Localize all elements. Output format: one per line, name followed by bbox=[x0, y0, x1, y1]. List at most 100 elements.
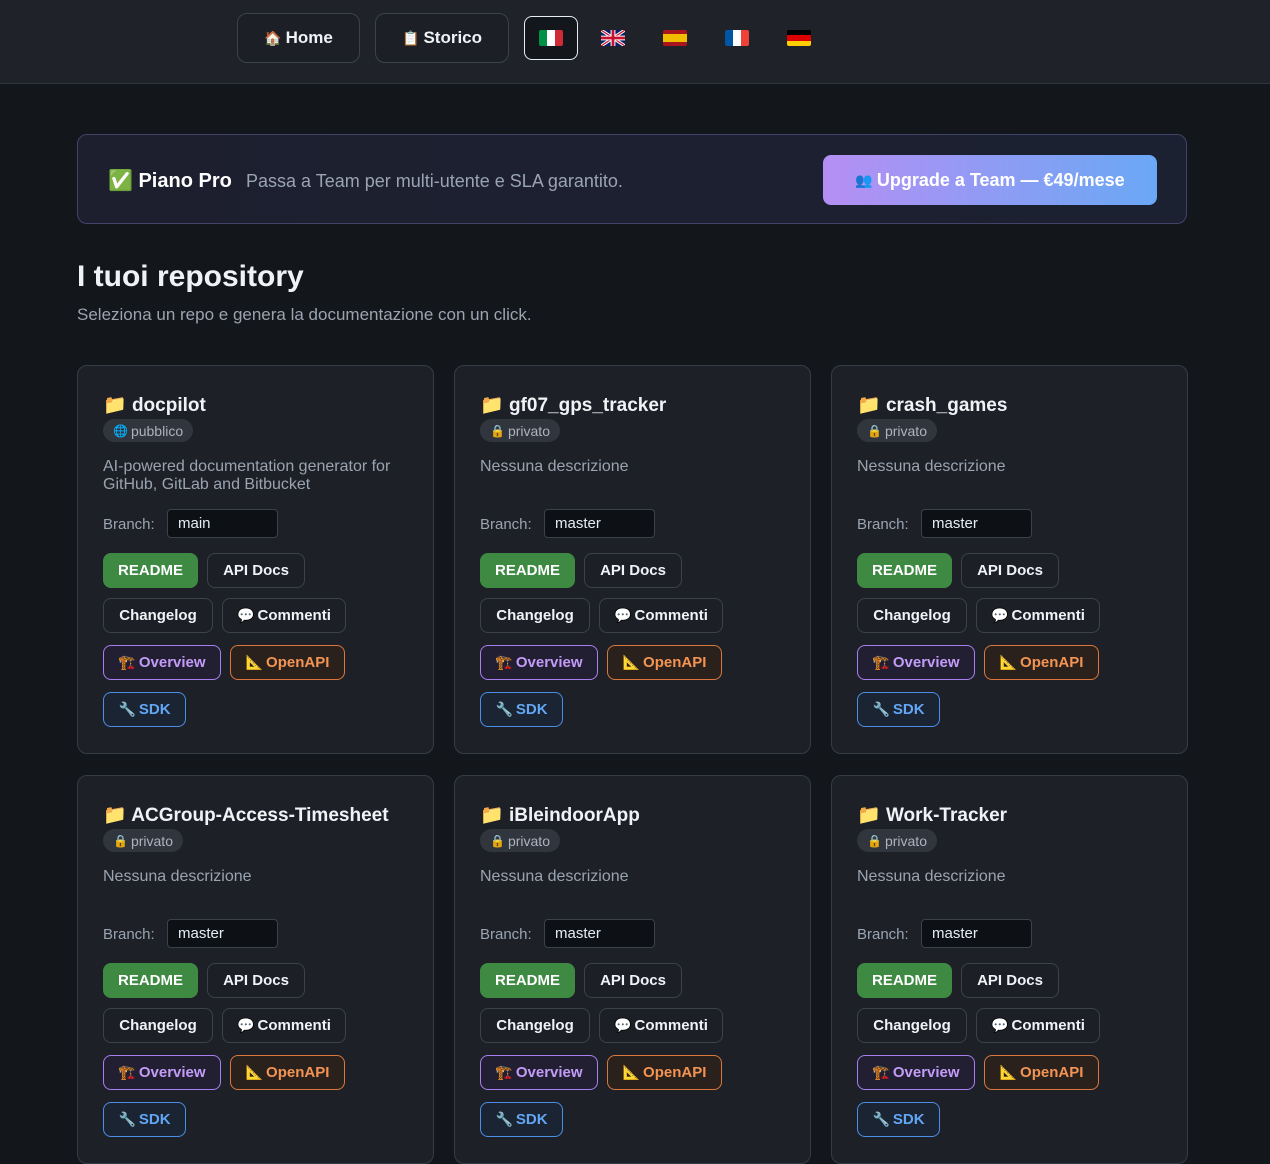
home-button[interactable]: 🏠 Home bbox=[237, 13, 360, 63]
lock-icon: 🔒 bbox=[867, 423, 882, 438]
repo-card: 📁 iBleindoorApp 🔒 privato Nessuna descri… bbox=[454, 775, 811, 1164]
openapi-label: OpenAPI bbox=[643, 654, 707, 671]
openapi-button[interactable]: 📐 OpenAPI bbox=[984, 1055, 1099, 1090]
page-title: I tuoi repository bbox=[77, 260, 304, 293]
clipboard-icon: 📋 bbox=[402, 29, 420, 46]
visibility-badge: 🔒 privato bbox=[480, 419, 560, 442]
plan-banner: ✅ Piano Pro Passa a Team per multi-utent… bbox=[77, 134, 1187, 224]
overview-button[interactable]: 🏗️ Overview bbox=[857, 1055, 975, 1090]
visibility-badge: 🔒 privato bbox=[857, 829, 937, 852]
changelog-button[interactable]: Changelog bbox=[103, 598, 213, 633]
overview-button[interactable]: 🏗️ Overview bbox=[103, 645, 221, 680]
visibility-badge: 🔒 privato bbox=[480, 829, 560, 852]
wrench-icon: 🔧 bbox=[118, 701, 136, 717]
lock-icon: 🔒 bbox=[490, 423, 505, 438]
overview-label: Overview bbox=[138, 1064, 206, 1081]
upgrade-team-button[interactable]: 👥 Upgrade a Team — €49/mese bbox=[823, 155, 1157, 205]
readme-button[interactable]: README bbox=[103, 553, 198, 588]
sdk-label: SDK bbox=[138, 701, 171, 718]
branch-label: Branch: bbox=[857, 926, 909, 943]
api-docs-button[interactable]: API Docs bbox=[961, 963, 1059, 998]
comments-label: Commenti bbox=[257, 1017, 331, 1034]
repo-card: 📁 gf07_gps_tracker 🔒 privato Nessuna des… bbox=[454, 365, 811, 754]
changelog-button[interactable]: Changelog bbox=[480, 1008, 590, 1043]
readme-button[interactable]: README bbox=[857, 963, 952, 998]
repo-description: Nessuna descrizione bbox=[480, 868, 629, 885]
api-docs-button[interactable]: API Docs bbox=[207, 553, 305, 588]
visibility-label: privato bbox=[884, 832, 927, 849]
speech-bubble-icon: 💬 bbox=[614, 1017, 632, 1033]
wrench-icon: 🔧 bbox=[872, 1111, 890, 1127]
folder-icon: 📁 bbox=[480, 395, 504, 416]
openapi-button[interactable]: 📐 OpenAPI bbox=[607, 645, 722, 680]
changelog-button[interactable]: Changelog bbox=[480, 598, 590, 633]
comments-button[interactable]: 💬 Commenti bbox=[976, 1008, 1100, 1043]
language-es-button[interactable] bbox=[648, 16, 702, 60]
readme-button[interactable]: README bbox=[857, 553, 952, 588]
language-de-button[interactable] bbox=[772, 16, 826, 60]
language-it-button[interactable] bbox=[524, 16, 578, 60]
openapi-button[interactable]: 📐 OpenAPI bbox=[607, 1055, 722, 1090]
api-docs-button[interactable]: API Docs bbox=[207, 963, 305, 998]
uk-flag-icon bbox=[601, 30, 625, 46]
language-en-button[interactable] bbox=[586, 16, 640, 60]
speech-bubble-icon: 💬 bbox=[991, 607, 1009, 623]
comments-button[interactable]: 💬 Commenti bbox=[599, 1008, 723, 1043]
repo-name-text: docpilot bbox=[131, 395, 206, 416]
visibility-label: privato bbox=[130, 832, 173, 849]
comments-label: Commenti bbox=[634, 1017, 708, 1034]
overview-label: Overview bbox=[892, 1064, 960, 1081]
history-button[interactable]: 📋 Storico bbox=[375, 13, 509, 63]
comments-label: Commenti bbox=[1011, 607, 1085, 624]
openapi-button[interactable]: 📐 OpenAPI bbox=[230, 645, 345, 680]
sdk-button[interactable]: 🔧 SDK bbox=[103, 1102, 186, 1137]
sdk-button[interactable]: 🔧 SDK bbox=[857, 692, 940, 727]
overview-label: Overview bbox=[515, 654, 583, 671]
changelog-button[interactable]: Changelog bbox=[857, 1008, 967, 1043]
sdk-button[interactable]: 🔧 SDK bbox=[857, 1102, 940, 1137]
changelog-button[interactable]: Changelog bbox=[103, 1008, 213, 1043]
api-docs-button[interactable]: API Docs bbox=[584, 553, 682, 588]
readme-button[interactable]: README bbox=[480, 553, 575, 588]
overview-button[interactable]: 🏗️ Overview bbox=[103, 1055, 221, 1090]
visibility-label: pubblico bbox=[130, 422, 184, 439]
repo-name: 📁 ACGroup-Access-Timesheet bbox=[103, 803, 389, 827]
openapi-label: OpenAPI bbox=[266, 654, 330, 671]
visibility-label: privato bbox=[507, 422, 550, 439]
comments-button[interactable]: 💬 Commenti bbox=[599, 598, 723, 633]
readme-button[interactable]: README bbox=[103, 963, 198, 998]
openapi-button[interactable]: 📐 OpenAPI bbox=[984, 645, 1099, 680]
comments-button[interactable]: 💬 Commenti bbox=[976, 598, 1100, 633]
comments-button[interactable]: 💬 Commenti bbox=[222, 598, 346, 633]
overview-button[interactable]: 🏗️ Overview bbox=[857, 645, 975, 680]
api-docs-button[interactable]: API Docs bbox=[961, 553, 1059, 588]
repo-description: Nessuna descrizione bbox=[857, 868, 1006, 885]
overview-button[interactable]: 🏗️ Overview bbox=[480, 645, 598, 680]
repo-name-text: iBleindoorApp bbox=[508, 805, 640, 826]
sdk-button[interactable]: 🔧 SDK bbox=[480, 1102, 563, 1137]
changelog-button[interactable]: Changelog bbox=[857, 598, 967, 633]
openapi-button[interactable]: 📐 OpenAPI bbox=[230, 1055, 345, 1090]
sdk-button[interactable]: 🔧 SDK bbox=[480, 692, 563, 727]
branch-input[interactable] bbox=[921, 509, 1032, 538]
top-nav-bar: 🏠 Home 📋 Storico bbox=[0, 0, 1270, 84]
overview-button[interactable]: 🏗️ Overview bbox=[480, 1055, 598, 1090]
lock-icon: 🔒 bbox=[113, 833, 128, 848]
repo-description: Nessuna descrizione bbox=[857, 458, 1006, 475]
language-fr-button[interactable] bbox=[710, 16, 764, 60]
branch-label: Branch: bbox=[103, 926, 155, 943]
speech-bubble-icon: 💬 bbox=[237, 1017, 255, 1033]
sdk-button[interactable]: 🔧 SDK bbox=[103, 692, 186, 727]
ruler-icon: 📐 bbox=[622, 1064, 641, 1080]
readme-button[interactable]: README bbox=[480, 963, 575, 998]
branch-input[interactable] bbox=[544, 509, 655, 538]
speech-bubble-icon: 💬 bbox=[237, 607, 255, 623]
openapi-label: OpenAPI bbox=[1020, 1064, 1084, 1081]
repo-name: 📁 gf07_gps_tracker bbox=[480, 393, 666, 417]
comments-button[interactable]: 💬 Commenti bbox=[222, 1008, 346, 1043]
api-docs-button[interactable]: API Docs bbox=[584, 963, 682, 998]
people-icon: 👥 bbox=[855, 171, 873, 188]
branch-input[interactable] bbox=[167, 509, 278, 538]
sdk-label: SDK bbox=[892, 701, 925, 718]
repo-name-text: Work-Tracker bbox=[885, 805, 1008, 826]
